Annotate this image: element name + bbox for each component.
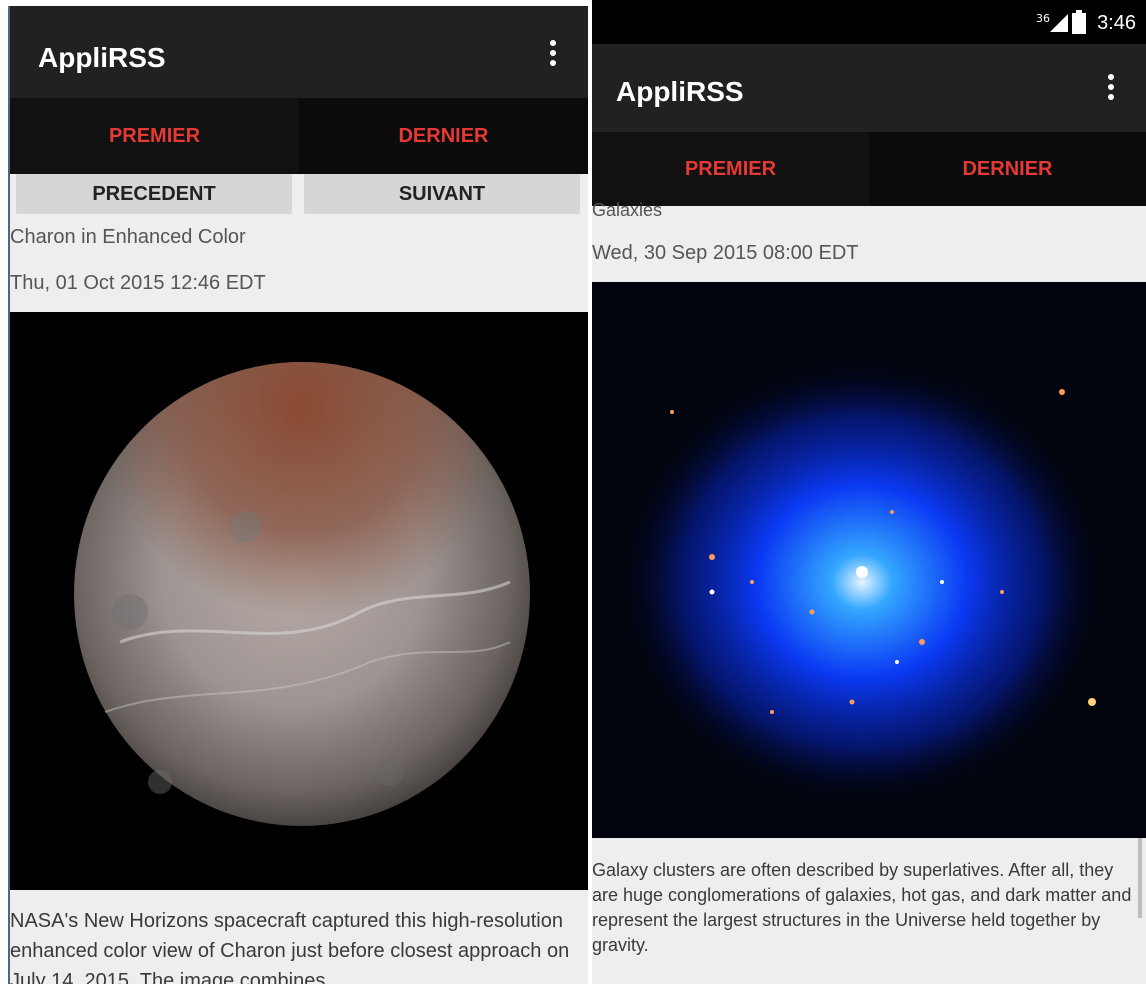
galaxy-cluster-illustration: [592, 282, 1146, 838]
battery-icon: [1072, 10, 1086, 34]
next-button[interactable]: SUIVANT: [304, 174, 580, 214]
left-screen: AppliRSS PREMIER DERNIER PRECEDENT SUIVA…: [8, 6, 588, 984]
overflow-menu-icon[interactable]: [550, 40, 558, 70]
signal-icon: [1050, 14, 1068, 32]
moon-illustration: [74, 362, 530, 826]
tab-premier[interactable]: PREMIER: [10, 98, 299, 174]
overflow-menu-icon[interactable]: [1108, 74, 1116, 104]
tab-dernier[interactable]: DERNIER: [299, 98, 588, 174]
right-screen: 36 3:46 AppliRSS PREMIER DERNIER Galaxie…: [592, 0, 1146, 984]
app-title: AppliRSS: [38, 42, 166, 73]
item-description: NASA's New Horizons spacecraft captured …: [10, 910, 570, 984]
app-toolbar: AppliRSS: [10, 6, 588, 98]
article-image: [592, 282, 1146, 838]
network-type: 36: [1036, 12, 1050, 25]
item-date: Wed, 30 Sep 2015 08:00 EDT: [592, 242, 859, 264]
tab-bar: PREMIER DERNIER: [592, 132, 1146, 206]
tab-bar: PREMIER DERNIER: [10, 98, 588, 174]
item-title: Charon in Enhanced Color: [10, 226, 246, 248]
item-title: Galaxies: [592, 200, 663, 220]
previous-button[interactable]: PRECEDENT: [16, 174, 292, 214]
item-description: Galaxy clusters are often described by s…: [592, 860, 1132, 955]
tab-premier[interactable]: PREMIER: [592, 132, 869, 206]
status-bar: 36 3:46: [592, 0, 1146, 44]
item-date: Thu, 01 Oct 2015 12:46 EDT: [10, 272, 266, 294]
status-time: 3:46: [1097, 12, 1136, 34]
scrollbar[interactable]: [1138, 838, 1142, 918]
app-toolbar: AppliRSS: [592, 44, 1146, 132]
tab-dernier[interactable]: DERNIER: [869, 132, 1146, 206]
article-image: [10, 312, 588, 890]
app-title: AppliRSS: [616, 76, 744, 107]
